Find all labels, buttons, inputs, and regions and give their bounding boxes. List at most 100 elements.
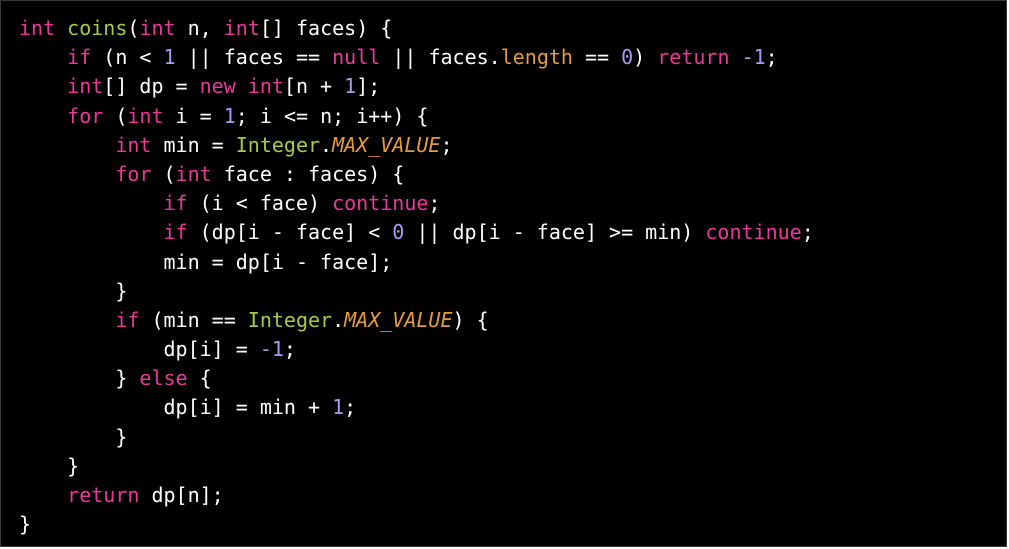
code-token-keyword: int bbox=[247, 74, 284, 99]
code-token-function: Integer bbox=[235, 132, 321, 157]
code-token-plain: ( bbox=[151, 161, 176, 186]
code-token-number: 1 bbox=[163, 45, 176, 70]
code-token-number: 1 bbox=[344, 74, 357, 99]
code-token-plain: i = bbox=[163, 103, 224, 128]
code-token-plain: min = dp[i - face]; bbox=[163, 249, 393, 274]
code-line: int coins(int n, int[] faces) { bbox=[19, 14, 814, 43]
code-token-keyword: return bbox=[67, 483, 140, 507]
code-token-keyword: if bbox=[115, 307, 140, 332]
code-token-keyword: continue bbox=[332, 191, 429, 216]
code-token-plain: } bbox=[19, 512, 32, 537]
code-token-property: MAX_VALUE bbox=[344, 307, 453, 332]
code-line: if (dp[i - face] < 0 || dp[i - face] >= … bbox=[19, 218, 814, 247]
code-token-plain: (n < bbox=[91, 45, 164, 70]
code-token-function: Integer bbox=[247, 307, 333, 332]
code-token-plain: ]; bbox=[356, 74, 381, 99]
code-line: } bbox=[19, 423, 814, 452]
code-token-plain: } bbox=[115, 278, 128, 303]
code-line: if (min == Integer.MAX_VALUE) { bbox=[19, 306, 814, 335]
code-token-plain: [] faces) { bbox=[259, 16, 393, 40]
code-line: min = dp[i - face]; bbox=[19, 248, 814, 277]
code-token-keyword: int bbox=[175, 161, 212, 186]
code-token-number: -1 bbox=[259, 337, 284, 362]
code-token-plain: ( bbox=[127, 16, 140, 40]
code-token-plain: ; bbox=[283, 337, 296, 362]
code-token-plain: || dp[i - face] >= min) bbox=[404, 220, 706, 245]
code-token-keyword: new bbox=[199, 74, 236, 99]
code-token-plain: . bbox=[332, 307, 345, 332]
code-token-keyword: null bbox=[332, 45, 381, 70]
code-token-plain: { bbox=[187, 366, 212, 391]
code-token-plain: || faces. bbox=[380, 45, 501, 70]
code-token-property: MAX_VALUE bbox=[332, 132, 441, 157]
code-token-keyword: int bbox=[127, 103, 164, 128]
code-token-number: 1 bbox=[332, 395, 345, 420]
code-token-plain: ; bbox=[765, 45, 778, 70]
code-token-plain: } bbox=[67, 453, 80, 478]
code-line: dp[i] = -1; bbox=[19, 335, 814, 364]
code-token-number: 0 bbox=[621, 45, 634, 70]
code-token-plain: ; bbox=[440, 132, 453, 157]
code-token-plain: . bbox=[320, 132, 333, 157]
code-token-plain: (i < face) bbox=[187, 191, 333, 216]
code-token-plain: [] dp = bbox=[103, 74, 200, 99]
code-token-keyword: if bbox=[163, 220, 188, 245]
code-token-number: 1 bbox=[223, 103, 236, 128]
code-token-plain: ) bbox=[633, 45, 658, 70]
code-token-plain: (dp[i - face] < bbox=[187, 220, 393, 245]
code-line: if (n < 1 || faces == null || faces.leng… bbox=[19, 43, 814, 72]
code-token-keyword: int bbox=[115, 132, 152, 157]
code-token-function: coins bbox=[67, 16, 128, 40]
code-token-plain: [n + bbox=[283, 74, 345, 99]
code-line: } bbox=[19, 277, 814, 306]
code-token-plain: n, bbox=[175, 16, 224, 40]
code-token-plain: ; bbox=[801, 220, 814, 245]
code-token-plain: dp[n]; bbox=[139, 483, 224, 507]
code-line: dp[i] = min + 1; bbox=[19, 393, 814, 422]
code-token-property: length bbox=[500, 45, 573, 70]
code-token-plain: ; bbox=[428, 191, 441, 216]
code-token-keyword: int bbox=[139, 16, 176, 40]
code-line: int[] dp = new int[n + 1]; bbox=[19, 72, 814, 101]
code-token-plain: } bbox=[115, 366, 140, 391]
code-token-number: 0 bbox=[392, 220, 405, 245]
code-line: } bbox=[19, 452, 814, 481]
code-token-plain: ( bbox=[103, 103, 128, 128]
code-token-keyword: int bbox=[67, 74, 104, 99]
code-token-plain: } bbox=[115, 424, 128, 449]
code-block: int coins(int n, int[] faces) { if (n < … bbox=[19, 14, 814, 539]
code-token-plain: (min == bbox=[139, 307, 248, 332]
code-token-keyword: int bbox=[19, 16, 56, 40]
code-token-plain: dp[i] = min + bbox=[163, 395, 333, 420]
code-line: if (i < face) continue; bbox=[19, 189, 814, 218]
code-token-keyword: if bbox=[67, 45, 92, 70]
code-token-keyword: continue bbox=[705, 220, 802, 245]
code-line: } else { bbox=[19, 364, 814, 393]
code-token-plain: ; bbox=[344, 395, 357, 420]
code-token-keyword: int bbox=[223, 16, 260, 40]
code-token-plain: min = bbox=[151, 132, 236, 157]
code-token-keyword: if bbox=[163, 191, 188, 216]
code-token-plain: == bbox=[572, 45, 622, 70]
code-editor: int coins(int n, int[] faces) { if (n < … bbox=[0, 0, 1007, 547]
code-line: for (int i = 1; i <= n; i++) { bbox=[19, 102, 814, 131]
code-token-number: -1 bbox=[741, 45, 766, 70]
code-line: int min = Integer.MAX_VALUE; bbox=[19, 131, 814, 160]
code-token-keyword: else bbox=[139, 366, 188, 391]
code-token-plain: ) { bbox=[452, 307, 489, 332]
code-token-keyword: for bbox=[115, 161, 152, 186]
